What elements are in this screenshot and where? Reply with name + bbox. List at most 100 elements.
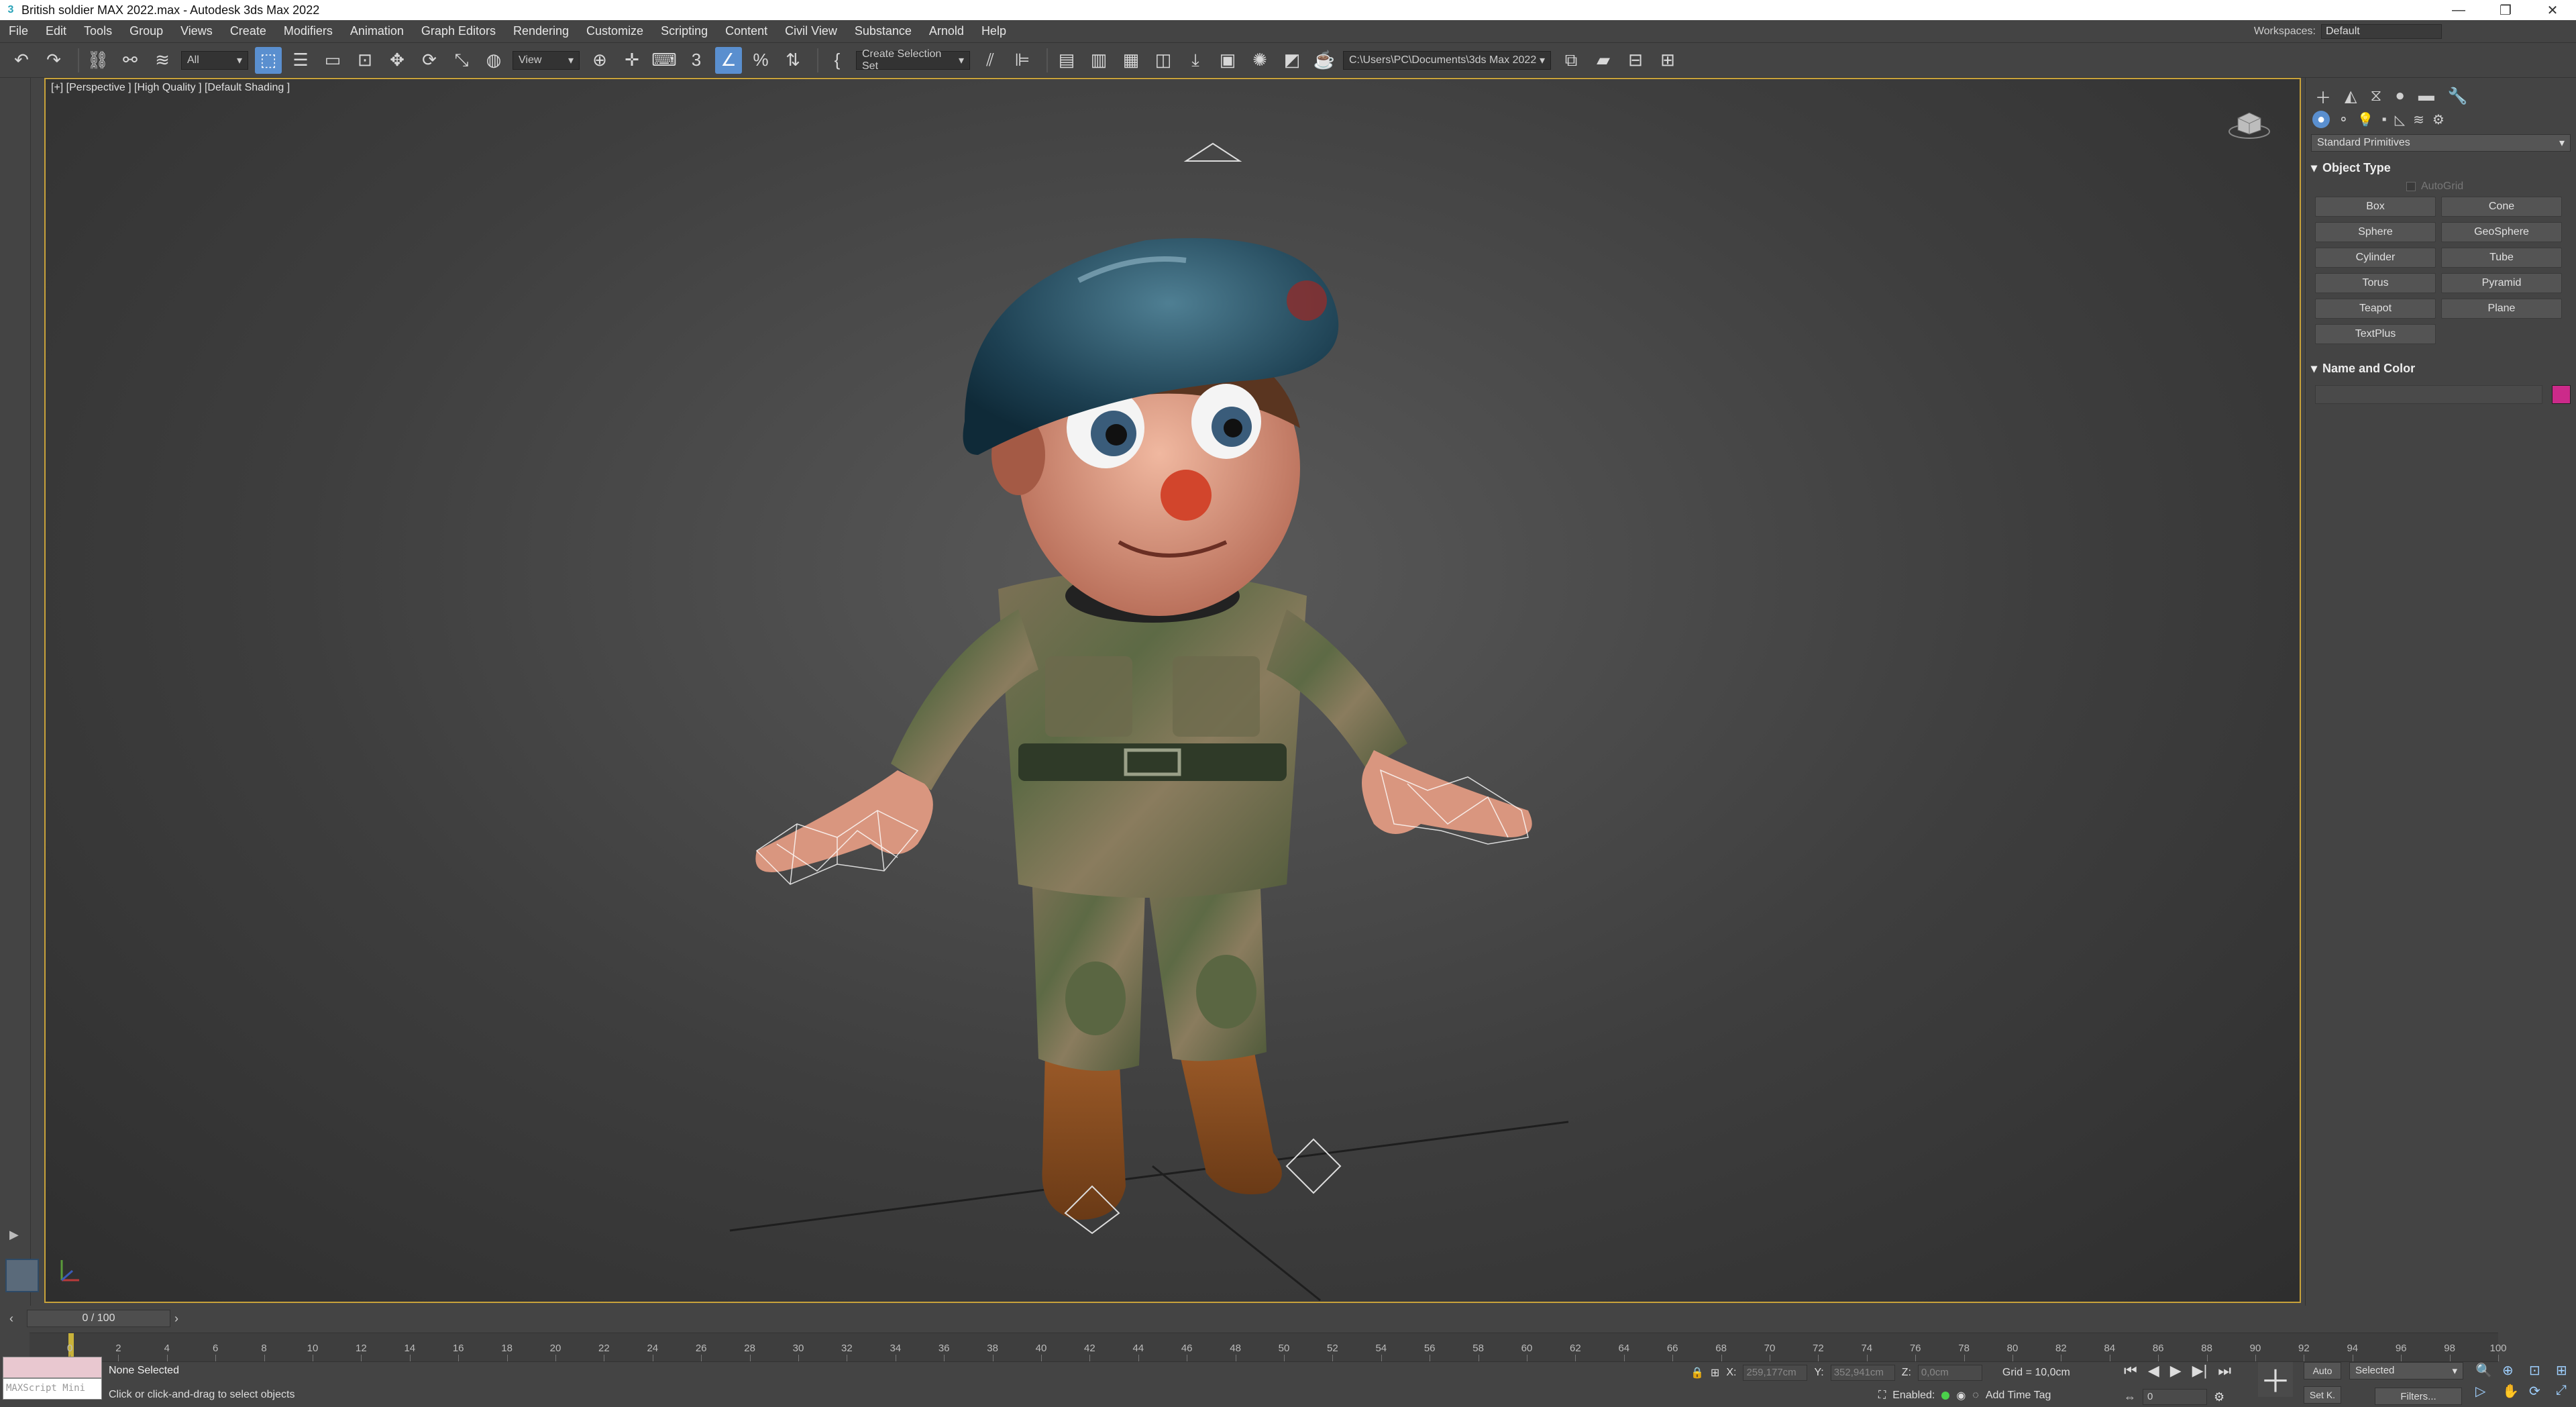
place-icon[interactable]: ◍ xyxy=(480,47,507,74)
menu-scripting[interactable]: Scripting xyxy=(652,24,716,38)
primitive-category-dropdown[interactable]: Standard Primitives ▾ xyxy=(2311,134,2571,152)
spinner-snap-icon[interactable]: ⇅ xyxy=(780,47,806,74)
go-to-end-icon[interactable]: ⏭ xyxy=(2218,1362,2231,1379)
time-slider-prev-icon[interactable]: ‹ xyxy=(9,1312,23,1326)
bind-spacewarp-icon[interactable]: ≋ xyxy=(149,47,176,74)
teapot-button[interactable]: Teapot xyxy=(2315,299,2436,319)
box-button[interactable]: Box xyxy=(2315,197,2436,217)
isolate-icon[interactable]: ◉ xyxy=(1956,1389,1966,1402)
material-editor-icon[interactable]: ▣ xyxy=(1214,47,1241,74)
edit-named-selection-icon[interactable]: { xyxy=(824,47,851,74)
workspace-dropdown[interactable]: Default xyxy=(2321,24,2442,39)
perspective-viewport[interactable]: [+] [Perspective ] [High Quality ] [Defa… xyxy=(44,78,2301,1303)
track-bar[interactable]: 0 2 4 6 8 10 12 14 16 18 20 22 24 26 28 30 32 34 36 38 40 42 4… xyxy=(30,1333,2507,1363)
selection-region-icon[interactable]: ▭ xyxy=(319,47,346,74)
orbit-icon[interactable]: ⟳ xyxy=(2529,1383,2552,1400)
tube-button[interactable]: Tube xyxy=(2441,248,2562,268)
menu-arnold[interactable]: Arnold xyxy=(920,24,973,38)
select-manipulate-icon[interactable]: ✛ xyxy=(619,47,645,74)
helpers-icon[interactable]: ◺ xyxy=(2395,111,2405,128)
current-frame-field[interactable]: 0 xyxy=(2143,1389,2207,1405)
enabled-status-dot[interactable] xyxy=(1941,1392,1950,1400)
time-configuration-icon[interactable]: ⚙ xyxy=(2214,1390,2224,1404)
key-filters-button[interactable]: Filters... xyxy=(2375,1388,2462,1405)
display-tab-icon[interactable]: ▬ xyxy=(2418,87,2434,105)
select-object-icon[interactable]: ⬚ xyxy=(255,46,282,74)
x-coordinate-field[interactable]: 259,177cm xyxy=(1743,1365,1808,1381)
menu-substance[interactable]: Substance xyxy=(846,24,920,38)
set-key-icon[interactable]: ＋ xyxy=(2258,1362,2293,1399)
next-frame-icon[interactable]: ▶| xyxy=(2192,1362,2208,1379)
create-tab-icon[interactable]: ＋ xyxy=(2315,85,2331,108)
lights-icon[interactable]: 💡 xyxy=(2357,111,2374,128)
geometry-icon[interactable]: ● xyxy=(2312,111,2330,128)
angle-snap-icon[interactable]: ∠ xyxy=(715,46,742,74)
geosphere-button[interactable]: GeoSphere xyxy=(2441,222,2562,242)
y-coordinate-field[interactable]: 352,941cm xyxy=(1830,1365,1895,1381)
unlink-icon[interactable]: ⚯ xyxy=(117,47,144,74)
reference-coordinate-dropdown[interactable]: View ▾ xyxy=(513,50,580,70)
selection-filter-dropdown[interactable]: All ▾ xyxy=(181,50,248,70)
play-icon[interactable]: ▶ xyxy=(2170,1362,2182,1379)
curve-editor-icon[interactable]: ◫ xyxy=(1150,47,1177,74)
cameras-icon[interactable]: ▪ xyxy=(2382,112,2387,127)
snaps-toggle-icon[interactable]: 3 xyxy=(683,47,710,74)
scale-icon[interactable]: ⤡ xyxy=(448,47,475,74)
maxscript-listener[interactable]: MAXScript Mini xyxy=(3,1357,102,1400)
lock-icon[interactable]: 🔒 xyxy=(1690,1366,1704,1379)
space-warps-icon[interactable]: ≋ xyxy=(2413,111,2424,128)
menu-modifiers[interactable]: Modifiers xyxy=(275,24,341,38)
go-to-start-icon[interactable]: ⏮ xyxy=(2124,1362,2137,1379)
link-icon[interactable]: ⛓ xyxy=(85,47,111,74)
menu-help[interactable]: Help xyxy=(973,24,1015,38)
zoom-extents-icon[interactable]: ⊡ xyxy=(2529,1362,2552,1379)
time-slider-thumb[interactable]: 0 / 100 xyxy=(27,1310,170,1327)
open-explorer-icon[interactable]: ⧉ xyxy=(1558,47,1585,74)
render-setup-icon[interactable]: ✺ xyxy=(1246,47,1273,74)
menu-graph-editors[interactable]: Graph Editors xyxy=(413,24,504,38)
redo-icon[interactable]: ↷ xyxy=(40,47,67,74)
previous-frame-icon[interactable]: ◀ xyxy=(2148,1362,2159,1379)
render-production-icon[interactable]: ☕ xyxy=(1311,47,1338,74)
plane-button[interactable]: Plane xyxy=(2441,299,2562,319)
pan-icon[interactable]: ✋ xyxy=(2502,1383,2525,1400)
menu-rendering[interactable]: Rendering xyxy=(504,24,578,38)
ribbon-toggle-icon[interactable]: ▦ xyxy=(1118,47,1144,74)
cylinder-button[interactable]: Cylinder xyxy=(2315,248,2436,268)
shapes-icon[interactable]: ⚬ xyxy=(2338,111,2349,128)
zoom-all-icon[interactable]: ⊕ xyxy=(2502,1362,2525,1379)
object-name-field[interactable] xyxy=(2315,385,2543,404)
move-icon[interactable]: ✥ xyxy=(384,47,411,74)
select-by-name-icon[interactable]: ☰ xyxy=(287,47,314,74)
systems-icon[interactable]: ⚙ xyxy=(2432,111,2445,128)
layer-explorer-icon[interactable]: ▥ xyxy=(1085,47,1112,74)
menu-create[interactable]: Create xyxy=(221,24,275,38)
absolute-mode-icon[interactable]: ⊞ xyxy=(1711,1366,1719,1379)
torus-button[interactable]: Torus xyxy=(2315,273,2436,293)
motion-tab-icon[interactable]: ● xyxy=(2395,87,2405,105)
menu-edit[interactable]: Edit xyxy=(37,24,75,38)
modify-tab-icon[interactable]: ◭ xyxy=(2345,87,2357,106)
object-color-swatch[interactable] xyxy=(2552,385,2571,404)
menu-customize[interactable]: Customize xyxy=(578,24,652,38)
object-type-rollout-header[interactable]: ▾ Object Type xyxy=(2311,161,2571,175)
time-slider-next-icon[interactable]: › xyxy=(174,1312,188,1326)
textplus-button[interactable]: TextPlus xyxy=(2315,324,2436,344)
cone-button[interactable]: Cone xyxy=(2441,197,2562,217)
maximize-viewport-icon[interactable]: ⤢ xyxy=(2556,1383,2576,1400)
autogrid-checkbox[interactable] xyxy=(2406,182,2416,191)
add-time-tag-label[interactable]: Add Time Tag xyxy=(1986,1390,2051,1402)
undo-icon[interactable]: ↶ xyxy=(8,47,35,74)
expand-arrow-icon[interactable]: ▶ xyxy=(9,1228,19,1242)
sphere-button[interactable]: Sphere xyxy=(2315,222,2436,242)
menu-content[interactable]: Content xyxy=(716,24,776,38)
time-config-icon[interactable]: ⇔ xyxy=(2124,1390,2136,1404)
key-filter-dropdown[interactable]: Selected ▾ xyxy=(2349,1362,2463,1379)
maxscript-input[interactable]: MAXScript Mini xyxy=(3,1378,102,1400)
viewport-layout-thumbnail[interactable] xyxy=(5,1259,39,1292)
scene-explorer-icon[interactable]: ▤ xyxy=(1053,47,1080,74)
name-color-rollout-header[interactable]: ▾ Name and Color xyxy=(2311,362,2571,376)
viewcube-icon[interactable] xyxy=(2226,103,2273,144)
restore-button[interactable]: ❐ xyxy=(2482,0,2529,20)
pivot-center-icon[interactable]: ⊕ xyxy=(586,47,613,74)
